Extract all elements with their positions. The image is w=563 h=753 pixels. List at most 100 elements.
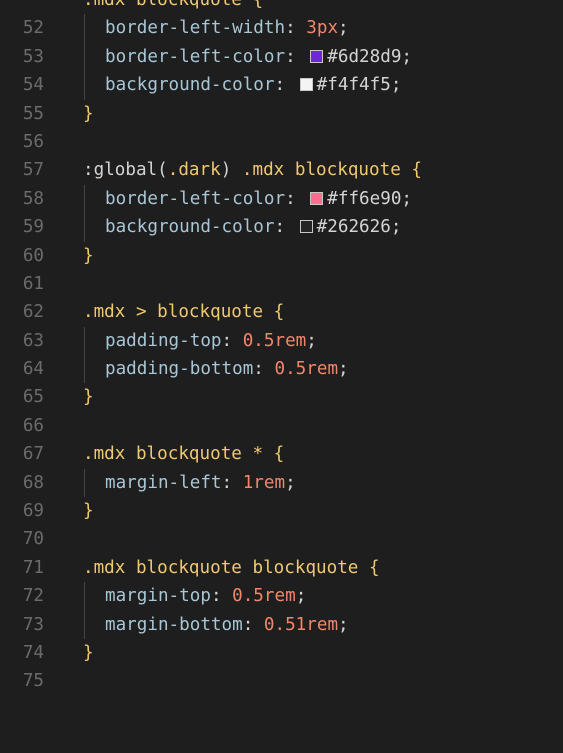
code-text: .mdx > blockquote { bbox=[83, 298, 563, 326]
open-brace: { bbox=[411, 160, 422, 181]
open-brace: { bbox=[252, 0, 264, 10]
code-line[interactable]: 57 bbox=[0, 128, 563, 180]
code-text: border-left-color: #ff6e90; bbox=[83, 184, 563, 214]
code-text: padding-top: 0.5rem; bbox=[83, 326, 563, 356]
css-value: 0.5rem bbox=[232, 586, 296, 607]
code-text: margin-top: 0.5rem; bbox=[83, 582, 563, 611]
indent-guide bbox=[84, 582, 85, 611]
close-brace: } bbox=[83, 501, 94, 522]
code-line[interactable]: 58 :global(.dark) .mdx blockquote { bbox=[0, 156, 563, 208]
code-line[interactable]: 53 border-left-width: 3px; bbox=[0, 14, 563, 67]
code-line[interactable]: 74 margin-bottom: 0.51rem; bbox=[0, 610, 563, 663]
css-property: padding-bottom bbox=[105, 359, 254, 380]
indent-guide bbox=[84, 610, 85, 639]
css-value: #f4f4f5 bbox=[316, 75, 391, 96]
code-text: } bbox=[83, 497, 563, 525]
code-line[interactable]: 63 .mdx > blockquote { bbox=[0, 298, 563, 350]
code-text: } bbox=[83, 242, 563, 270]
code-editor[interactable]: 52 .mdx blockquote { 53 border-left-widt… bbox=[0, 0, 563, 746]
code-text: } bbox=[83, 383, 563, 411]
code-text: background-color: #f4f4f5; bbox=[83, 71, 563, 100]
css-property: margin-bottom bbox=[105, 614, 243, 635]
css-pseudo-close: ) bbox=[220, 160, 242, 181]
code-line[interactable]: 70 } bbox=[0, 497, 563, 549]
css-property: margin-left bbox=[105, 472, 222, 493]
color-swatch[interactable] bbox=[310, 49, 324, 63]
line-number: 75 bbox=[22, 671, 44, 692]
css-selector: .dark bbox=[167, 160, 221, 181]
code-line[interactable]: 54 border-left-color: #6d28d9; bbox=[0, 42, 563, 95]
indent-guide bbox=[84, 326, 85, 356]
color-swatch[interactable] bbox=[310, 191, 324, 205]
open-brace: { bbox=[369, 557, 380, 578]
indent-guide bbox=[84, 71, 85, 100]
css-property: background-color bbox=[105, 217, 275, 238]
css-property: border-left-color bbox=[105, 46, 286, 67]
code-line[interactable]: 56 } bbox=[0, 100, 563, 152]
indent-guide bbox=[84, 468, 85, 498]
color-swatch[interactable] bbox=[299, 78, 313, 92]
color-swatch[interactable] bbox=[299, 220, 313, 234]
code-line[interactable]: 64 padding-top: 0.5rem; bbox=[0, 326, 563, 379]
css-value: #6d28d9 bbox=[327, 46, 402, 67]
css-value: 3px bbox=[306, 18, 339, 39]
code-text: .mdx blockquote blockquote { bbox=[83, 554, 563, 582]
code-text: margin-left: 1rem; bbox=[83, 468, 563, 498]
close-brace: } bbox=[83, 642, 94, 663]
code-line[interactable]: 61 } bbox=[0, 242, 563, 294]
indent-guide bbox=[84, 355, 85, 384]
css-property: border-left-color bbox=[105, 188, 286, 209]
code-line[interactable]: 75 } bbox=[0, 639, 563, 691]
css-value: 0.51rem bbox=[263, 614, 339, 635]
close-brace: } bbox=[83, 387, 94, 408]
indent-guide bbox=[84, 42, 85, 72]
code-line[interactable]: 55 background-color: #f4f4f5; bbox=[0, 71, 563, 124]
close-brace: } bbox=[83, 245, 94, 266]
code-line[interactable]: 60 background-color: #262626; bbox=[0, 213, 563, 266]
code-line[interactable]: 72 .mdx blockquote blockquote { bbox=[0, 554, 563, 606]
css-property: border-left-width bbox=[105, 18, 286, 39]
code-line[interactable]: 67 bbox=[0, 412, 563, 464]
open-brace: { bbox=[273, 444, 285, 465]
code-text: border-left-width: 3px; bbox=[83, 14, 563, 43]
css-property: background-color bbox=[105, 75, 275, 96]
indent-guide bbox=[84, 213, 85, 242]
indent-guide bbox=[84, 184, 85, 214]
css-selector: .mdx blockquote bbox=[241, 160, 401, 181]
css-property: margin-top bbox=[105, 586, 211, 607]
code-text: background-color: #262626; bbox=[83, 213, 563, 242]
code-text: padding-bottom: 0.5rem; bbox=[83, 355, 563, 384]
css-value: 0.5rem bbox=[274, 359, 339, 380]
code-line[interactable]: 71 bbox=[0, 525, 563, 578]
code-line[interactable]: 69 margin-left: 1rem; bbox=[0, 468, 563, 521]
code-text: :global(.dark) .mdx blockquote { bbox=[83, 156, 563, 184]
css-value: #ff6e90 bbox=[327, 188, 402, 209]
css-value: 1rem bbox=[242, 472, 286, 493]
css-value: 0.5rem bbox=[242, 330, 307, 351]
open-brace: { bbox=[273, 302, 285, 323]
code-line[interactable]: 68 .mdx blockquote * { bbox=[0, 440, 563, 492]
code-text: } bbox=[83, 100, 563, 128]
code-line[interactable]: 52 .mdx blockquote { bbox=[0, 0, 563, 38]
code-line[interactable]: 65 padding-bottom: 0.5rem; bbox=[0, 355, 563, 407]
css-selector: .mdx blockquote * bbox=[83, 444, 264, 465]
close-brace: } bbox=[83, 103, 94, 124]
code-text: border-left-color: #6d28d9; bbox=[83, 42, 563, 72]
code-line[interactable]: 62 bbox=[0, 270, 563, 322]
css-selector: .mdx blockquote bbox=[83, 0, 242, 10]
code-line[interactable]: 59 border-left-color: #ff6e90; bbox=[0, 184, 563, 237]
css-pseudo-global: :global( bbox=[83, 160, 168, 181]
code-line[interactable]: 66 } bbox=[0, 383, 563, 435]
code-text: .mdx blockquote * { bbox=[83, 440, 563, 468]
code-text: .mdx blockquote { bbox=[83, 0, 563, 14]
code-text: } bbox=[83, 639, 563, 667]
css-property: padding-top bbox=[105, 330, 222, 351]
indent-guide bbox=[84, 14, 85, 43]
css-selector: .mdx > blockquote bbox=[83, 302, 264, 323]
code-line[interactable]: 73 margin-top: 0.5rem; bbox=[0, 582, 563, 635]
css-selector: .mdx blockquote blockquote bbox=[83, 557, 359, 578]
